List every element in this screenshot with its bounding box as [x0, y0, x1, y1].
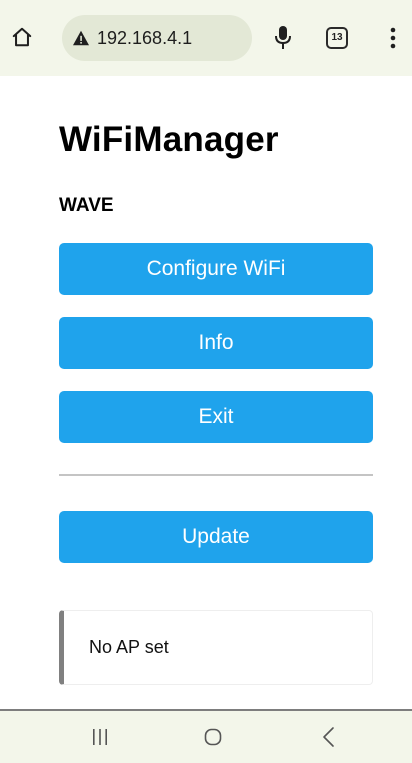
microphone-icon [275, 26, 291, 49]
address-bar[interactable]: 192.168.4.1 [62, 15, 252, 61]
info-button[interactable]: Info [59, 317, 373, 369]
update-button[interactable]: Update [59, 511, 373, 563]
home-button[interactable] [10, 25, 34, 49]
browser-toolbar: 192.168.4.1 13 [0, 0, 412, 76]
device-name: WAVE [59, 195, 114, 216]
page-title: WiFiManager [59, 120, 279, 159]
voice-search-button[interactable] [270, 24, 296, 52]
status-message: No AP set [89, 637, 169, 657]
back-icon[interactable] [321, 726, 335, 748]
divider [59, 474, 373, 476]
tabs-button[interactable]: 13 [326, 27, 348, 49]
more-vert-icon [390, 27, 396, 49]
url-text: 192.168.4.1 [97, 27, 193, 48]
configure-wifi-button[interactable]: Configure WiFi [59, 243, 373, 295]
page: 192.168.4.1 13 WiFiManager WAVE Configur… [0, 0, 412, 763]
exit-button[interactable]: Exit [59, 391, 373, 443]
system-nav-bar [0, 709, 412, 763]
home-icon [12, 27, 32, 47]
tab-count: 13 [331, 32, 343, 43]
warning-triangle-icon[interactable] [72, 29, 90, 47]
status-message-box: No AP set [59, 610, 373, 685]
overflow-menu-button[interactable] [383, 25, 403, 51]
recent-apps-icon[interactable] [91, 728, 109, 746]
home-circle-icon[interactable] [204, 728, 222, 746]
